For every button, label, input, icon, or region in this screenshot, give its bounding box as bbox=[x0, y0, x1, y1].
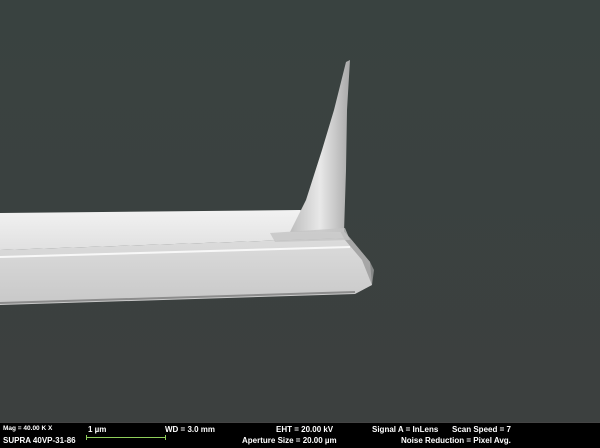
scale-bar bbox=[86, 435, 166, 440]
aperture-label: Aperture Size = 20.00 µm bbox=[242, 436, 337, 445]
sem-databar: Mag = 40.00 K X SUPRA 40VP-31-86 1 µm WD… bbox=[0, 422, 600, 448]
working-distance-label: WD = 3.0 mm bbox=[165, 425, 216, 434]
sem-micrograph bbox=[0, 0, 600, 422]
eht-label: EHT = 20.00 kV bbox=[276, 425, 334, 434]
magnification-label: Mag = 40.00 K X bbox=[3, 425, 53, 432]
noise-reduction-label: Noise Reduction = Pixel Avg. bbox=[401, 436, 511, 445]
sem-viewer: Mag = 40.00 K X SUPRA 40VP-31-86 1 µm WD… bbox=[0, 0, 600, 448]
instrument-label: SUPRA 40VP-31-86 bbox=[3, 436, 76, 445]
scan-speed-label: Scan Speed = 7 bbox=[452, 425, 511, 434]
scale-label: 1 µm bbox=[88, 425, 107, 434]
signal-label: Signal A = InLens bbox=[372, 425, 439, 434]
